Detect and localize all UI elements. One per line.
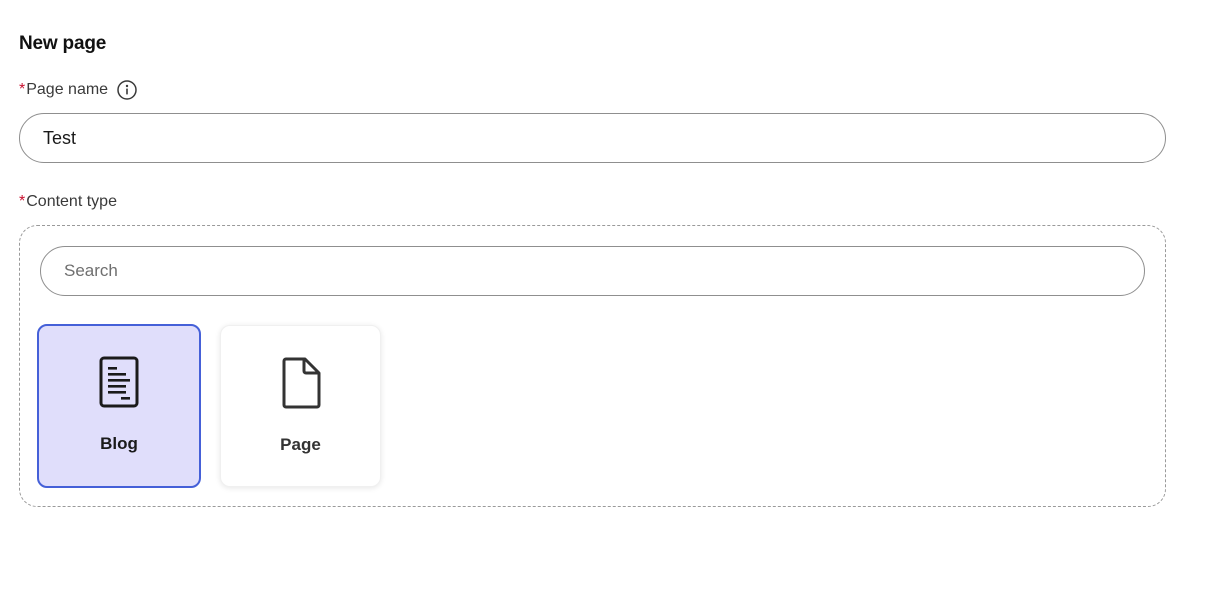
content-type-search-input[interactable]	[40, 246, 1145, 296]
page-name-label: * Page name	[19, 80, 137, 100]
content-type-card-blog[interactable]: Blog	[37, 324, 201, 488]
page-file-icon	[280, 357, 322, 409]
content-type-card-page[interactable]: Page	[220, 325, 381, 487]
blog-document-icon	[98, 356, 140, 408]
card-label: Blog	[100, 434, 138, 453]
content-type-picker: Blog Page	[19, 225, 1166, 507]
page-title: New page	[19, 33, 107, 54]
page-name-input[interactable]	[19, 113, 1166, 163]
page-name-label-text: Page name	[26, 81, 109, 98]
card-label: Page	[280, 435, 321, 454]
content-type-label: * Content type	[19, 193, 117, 211]
required-marker: *	[19, 81, 26, 98]
info-icon[interactable]	[117, 80, 137, 100]
new-page-form: New page * Page name * Content type	[0, 0, 1215, 593]
content-type-label-text: Content type	[26, 193, 117, 210]
required-marker: *	[19, 193, 26, 210]
